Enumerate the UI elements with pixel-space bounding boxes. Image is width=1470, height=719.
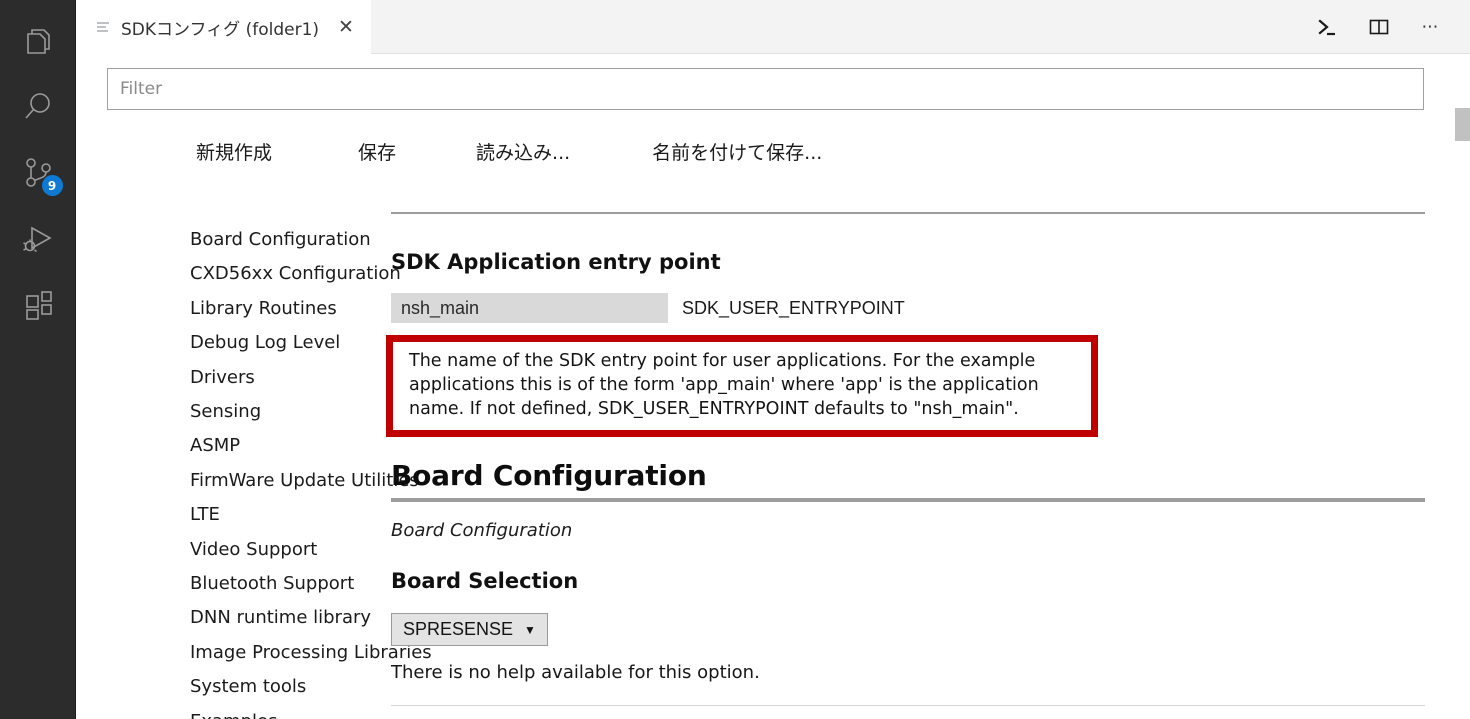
- board-selection-dropdown[interactable]: SPRESENSE ▼: [391, 613, 548, 646]
- entry-point-row: SDK_USER_ENTRYPOINT: [391, 293, 1440, 323]
- nav-item-firmware-update-utilities[interactable]: FirmWare Update Utilities: [190, 464, 419, 498]
- config-detail-pane: SDK Application entry point SDK_USER_ENT…: [386, 171, 1470, 719]
- nav-item-bluetooth-support[interactable]: Bluetooth Support: [190, 567, 386, 601]
- new-button[interactable]: 新規作成: [194, 132, 274, 171]
- board-configuration-heading: Board Configuration: [391, 459, 707, 492]
- nav-item-debug-log-level[interactable]: Debug Log Level: [190, 326, 386, 360]
- entry-point-symbol: SDK_USER_ENTRYPOINT: [682, 297, 905, 318]
- board-selection-value: SPRESENSE: [403, 619, 514, 639]
- load-button[interactable]: 読み込み...: [474, 132, 572, 171]
- activity-item-run-and-debug[interactable]: [0, 206, 76, 272]
- entry-point-heading: SDK Application entry point: [391, 250, 721, 274]
- board-selection-heading: Board Selection: [391, 569, 579, 593]
- save-as-button[interactable]: 名前を付けて保存...: [650, 132, 824, 171]
- board-configuration-divider: [391, 498, 1425, 502]
- board-selection-help-text: There is no help available for this opti…: [391, 662, 760, 683]
- entry-point-help-text: The name of the SDK entry point for user…: [409, 351, 1039, 419]
- entry-point-input[interactable]: [391, 293, 668, 323]
- more-actions-icon[interactable]: ⋯: [1418, 14, 1444, 40]
- tab-bar: SDKコンフィグ (folder1) ✕ ⋯: [76, 0, 1470, 54]
- extensions-icon: [19, 286, 57, 324]
- chevron-down-icon: ▼: [524, 622, 536, 637]
- config-body: Board Configuration CXD56xx Configuratio…: [76, 171, 1470, 719]
- terminal-icon[interactable]: [1314, 14, 1340, 40]
- config-toolbar: 新規作成 保存 読み込み... 名前を付けて保存...: [76, 110, 1470, 171]
- nav-item-drivers[interactable]: Drivers: [190, 361, 386, 395]
- nav-item-lte[interactable]: LTE: [190, 498, 386, 532]
- nav-item-image-processing-libraries[interactable]: Image Processing Libraries: [190, 636, 432, 670]
- nav-item-video-support[interactable]: Video Support: [190, 533, 386, 567]
- entry-point-help-annotation: The name of the SDK entry point for user…: [386, 335, 1098, 437]
- section-divider: [391, 705, 1425, 706]
- activity-item-extensions[interactable]: [0, 272, 76, 338]
- nav-item-dnn-runtime-library[interactable]: DNN runtime library: [190, 601, 386, 635]
- editor-area: SDKコンフィグ (folder1) ✕ ⋯ Filter 新規作成 保存 読み…: [76, 0, 1470, 719]
- preview-list-icon: [96, 20, 111, 35]
- nav-item-sensing[interactable]: Sensing: [190, 395, 386, 429]
- nav-item-examples[interactable]: Examples: [190, 705, 386, 719]
- editor-actions: ⋯: [1314, 0, 1470, 53]
- nav-item-system-tools[interactable]: System tools: [190, 670, 386, 704]
- webview-scrollbar-thumb[interactable]: [1455, 108, 1470, 141]
- config-nav-list: Board Configuration CXD56xx Configuratio…: [76, 171, 432, 719]
- nav-item-cxd56xx-configuration[interactable]: CXD56xx Configuration: [190, 257, 401, 291]
- activity-bar: 9: [0, 0, 76, 719]
- filter-input[interactable]: [107, 68, 1424, 110]
- board-configuration-note: Board Configuration: [391, 520, 573, 541]
- webview-scrollbar[interactable]: [1455, 108, 1470, 719]
- filter-row: [76, 54, 1470, 110]
- run-debug-icon: [19, 220, 57, 258]
- activity-item-source-control[interactable]: 9: [0, 140, 76, 206]
- editor-tab-sdk-config[interactable]: SDKコンフィグ (folder1) ✕: [76, 0, 372, 54]
- save-button[interactable]: 保存: [356, 132, 398, 171]
- tab-label: SDKコンフィグ (folder1): [121, 19, 320, 40]
- activity-item-search[interactable]: [0, 74, 76, 140]
- detail-top-divider: [391, 212, 1425, 214]
- activity-item-explorer[interactable]: [0, 8, 76, 74]
- vscode-window: 9 SDKコンフィグ (folder1) ✕ ⋯ Filter 新規作成 保存 …: [0, 0, 1470, 719]
- sdk-config-webview: 新規作成 保存 読み込み... 名前を付けて保存... Board Config…: [76, 54, 1470, 719]
- nav-item-board-configuration[interactable]: Board Configuration: [190, 223, 386, 257]
- split-editor-icon[interactable]: [1366, 14, 1392, 40]
- files-icon: [19, 22, 57, 60]
- search-icon: [19, 88, 57, 126]
- close-icon[interactable]: ✕: [335, 16, 357, 38]
- source-control-badge: 9: [41, 175, 63, 196]
- nav-item-asmp[interactable]: ASMP: [190, 429, 386, 463]
- nav-item-library-routines[interactable]: Library Routines: [190, 292, 386, 326]
